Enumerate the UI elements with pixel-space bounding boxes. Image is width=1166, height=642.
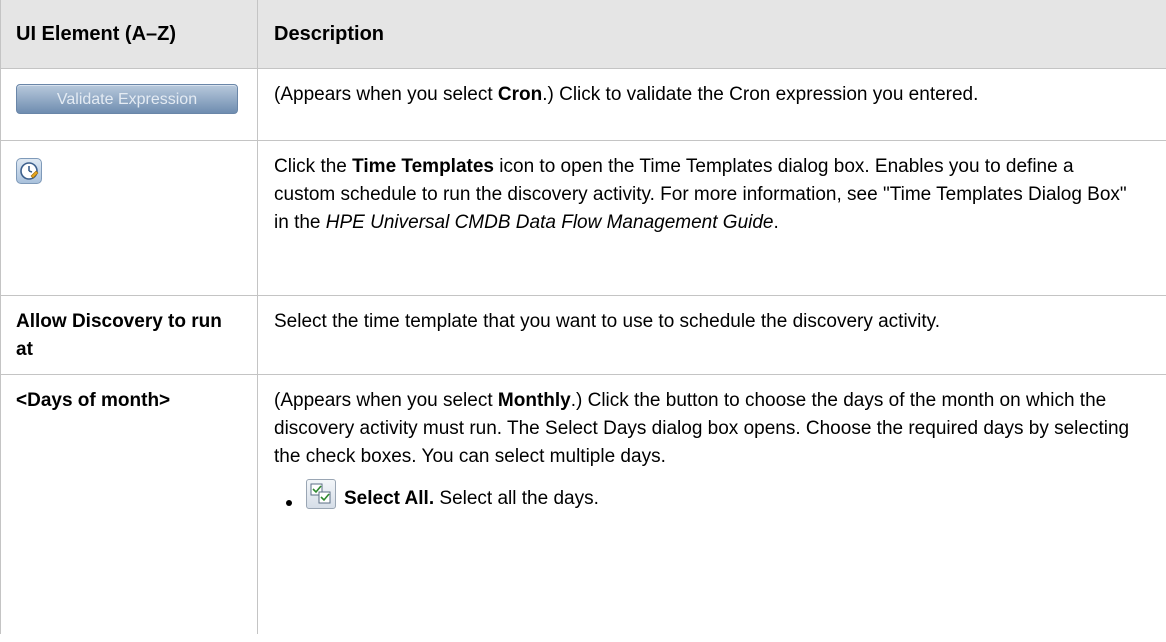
table-row: Click the Time Templates icon to open th…	[0, 139, 1166, 296]
description-cell: (Appears when you select Cron.) Click to…	[257, 67, 1166, 141]
guide-title: HPE Universal CMDB Data Flow Management …	[325, 211, 774, 233]
header-description: Description	[257, 0, 1166, 68]
select-all-description: Select all the days.	[434, 487, 599, 509]
desc-bold: Cron	[497, 83, 543, 105]
element-cell-days-of-month: <Days of month>	[0, 373, 258, 634]
description-text: (Appears when you select Monthly.) Click…	[274, 387, 1136, 471]
bullet-icon	[286, 499, 292, 506]
desc-bold: Monthly	[497, 389, 571, 411]
description-text: Click the Time Templates icon to open th…	[274, 153, 1136, 237]
table-header-row: UI Element (A–Z) Description	[0, 0, 1166, 68]
desc-text: (Appears when you select	[274, 389, 498, 411]
element-cell	[0, 139, 258, 296]
table-row: Allow Discovery to run at Select the tim…	[0, 294, 1166, 375]
desc-bold: Time Templates	[352, 155, 494, 177]
element-cell-allow-discovery: Allow Discovery to run at	[0, 294, 258, 375]
desc-text: .) Click to validate the Cron expression…	[542, 83, 979, 105]
table-row: <Days of month> (Appears when you select…	[0, 373, 1166, 634]
desc-text: Click the	[274, 155, 353, 177]
desc-text: (Appears when you select	[274, 83, 498, 105]
time-templates-icon[interactable]	[16, 157, 42, 184]
description-cell: Select the time template that you want t…	[257, 294, 1166, 375]
table-row: Validate Expression (Appears when you se…	[0, 67, 1166, 141]
validate-expression-button[interactable]: Validate Expression	[16, 83, 238, 114]
element-cell: Validate Expression	[0, 67, 258, 141]
header-ui-element: UI Element (A–Z)	[0, 0, 258, 68]
ui-elements-table: UI Element (A–Z) Description Validate Ex…	[0, 0, 1166, 634]
list-item-select-all: Select All. Select all the days.	[286, 478, 1136, 513]
select-all-icon[interactable]	[306, 478, 336, 509]
select-all-label: Select All.	[344, 487, 435, 509]
desc-text: .	[773, 211, 779, 233]
description-cell: Click the Time Templates icon to open th…	[257, 139, 1166, 296]
description-text: (Appears when you select Cron.) Click to…	[274, 81, 1136, 109]
days-options-list: Select All. Select all the days.	[274, 478, 1136, 513]
description-cell: (Appears when you select Monthly.) Click…	[257, 373, 1166, 634]
